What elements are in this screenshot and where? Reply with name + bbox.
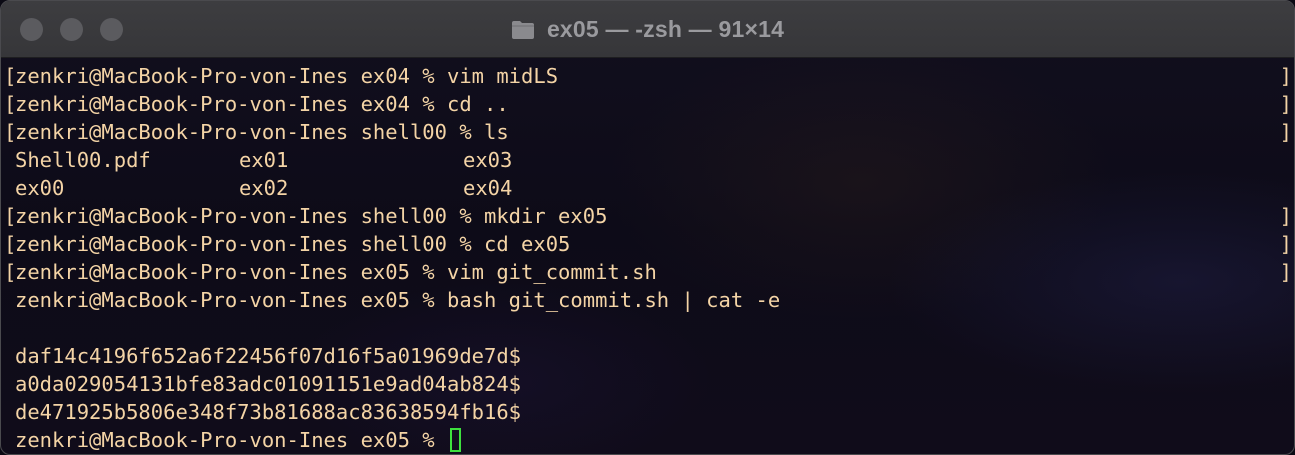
- terminal-line: zenkri@MacBook-Pro-von-Ines shell00 % ls: [1, 118, 1294, 146]
- window-title: ex05 — -zsh — 91×14: [546, 16, 785, 42]
- commit-hash-line: a0da029054131bfe83adc01091151e9ad04ab824…: [15, 372, 522, 396]
- prompt-line[interactable]: zenkri@MacBook-Pro-von-Ines ex05 %: [1, 426, 1294, 454]
- text-cursor: [449, 428, 461, 452]
- ls-entry: ex00: [15, 176, 65, 200]
- ls-output-row: ex00 ex02 ex04: [1, 174, 1294, 202]
- ls-entry: ex01: [239, 148, 289, 172]
- window-title-group: ex05 — -zsh — 91×14: [1, 1, 1294, 58]
- terminal-window: ex05 — -zsh — 91×14 zenkri@MacBook-Pro-v…: [0, 0, 1295, 455]
- folder-icon: [511, 20, 535, 40]
- ls-entry: ex02: [239, 176, 289, 200]
- ls-entry: ex03: [463, 148, 513, 172]
- ls-output-row: Shell00.pdf ex01 ex03: [1, 146, 1294, 174]
- ls-entry: Shell00.pdf: [15, 148, 151, 172]
- terminal-line: zenkri@MacBook-Pro-von-Ines ex04 % vim m…: [1, 62, 1294, 90]
- terminal-line: zenkri@MacBook-Pro-von-Ines ex05 % vim g…: [1, 258, 1294, 286]
- terminal-line: zenkri@MacBook-Pro-von-Ines ex04 % cd ..: [1, 90, 1294, 118]
- terminal-line: zenkri@MacBook-Pro-von-Ines shell00 % cd…: [1, 230, 1294, 258]
- commit-hash-line: de471925b5806e348f73b81688ac83638594fb16…: [15, 400, 522, 424]
- commit-hash-line: daf14c4196f652a6f22456f07d16f5a01969de7d…: [15, 344, 522, 368]
- prompt-text: zenkri@MacBook-Pro-von-Ines ex05 %: [15, 428, 447, 452]
- terminal-output[interactable]: zenkri@MacBook-Pro-von-Ines ex04 % vim m…: [1, 62, 1294, 454]
- terminal-line: zenkri@MacBook-Pro-von-Ines ex05 % bash …: [15, 288, 781, 312]
- terminal-line: zenkri@MacBook-Pro-von-Ines shell00 % mk…: [1, 202, 1294, 230]
- title-bar[interactable]: ex05 — -zsh — 91×14: [1, 1, 1294, 58]
- ls-entry: ex04: [463, 176, 513, 200]
